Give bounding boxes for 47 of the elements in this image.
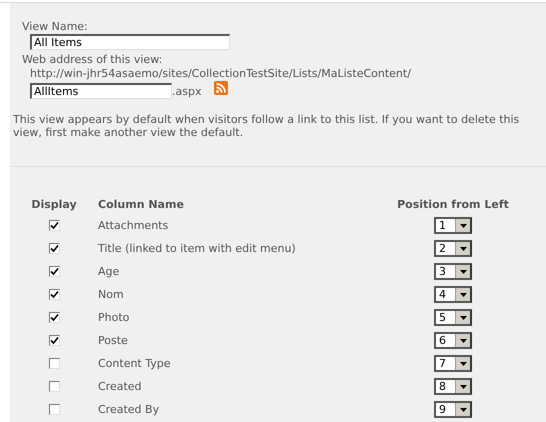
column-header: Column Name <box>98 198 185 211</box>
column-name: Title (linked to item with edit menu) <box>98 241 297 257</box>
display-checkbox[interactable] <box>48 404 60 415</box>
position-dropdown[interactable]: 2 <box>434 240 472 257</box>
column-name: Created <box>98 379 143 395</box>
caret-icon[interactable] <box>460 408 466 412</box>
caret-icon[interactable] <box>460 362 466 366</box>
column-name: Poste <box>98 333 129 349</box>
column-name: Created By <box>98 402 160 418</box>
column-name: Content Type <box>98 356 172 372</box>
display-checkbox[interactable] <box>48 266 60 277</box>
column-name: Age <box>98 264 120 280</box>
caret-icon[interactable] <box>460 384 466 388</box>
web-address-url: http://win-jhr54asaemo/sites/CollectionTestSite/Lists/MaListeContent/ <box>30 67 412 81</box>
column-header: Display <box>30 198 78 211</box>
view-name-label: View Name: <box>22 20 89 34</box>
display-checkbox[interactable] <box>48 312 60 323</box>
page-name-field[interactable]: AllItems <box>30 83 172 99</box>
position-dropdown[interactable]: 8 <box>434 378 472 395</box>
position-dropdown[interactable]: 9 <box>434 401 472 418</box>
position-dropdown[interactable]: 3 <box>434 263 472 280</box>
column-name: Photo <box>98 310 130 326</box>
column-header: Position from Left <box>396 198 510 211</box>
display-checkbox[interactable] <box>48 289 60 300</box>
caret-icon[interactable] <box>460 246 466 250</box>
display-checkbox[interactable] <box>48 358 60 369</box>
display-checkbox[interactable] <box>48 243 60 254</box>
rss-icon[interactable] <box>214 81 228 95</box>
display-checkbox[interactable] <box>48 220 60 231</box>
view-name-field[interactable]: All Items <box>30 34 230 50</box>
caret-icon[interactable] <box>460 270 466 274</box>
column-name: Nom <box>98 287 125 303</box>
display-checkbox[interactable] <box>48 335 60 346</box>
position-dropdown[interactable]: 7 <box>434 355 472 372</box>
position-dropdown[interactable]: 4 <box>434 286 472 303</box>
caret-icon[interactable] <box>460 292 466 296</box>
position-dropdown[interactable]: 6 <box>434 332 472 349</box>
caret-icon[interactable] <box>460 338 466 342</box>
position-dropdown[interactable]: 5 <box>434 309 472 326</box>
web-address-label: Web address of this view: <box>22 53 164 67</box>
extension-label: .aspx <box>172 84 202 98</box>
column-name: Attachments <box>98 218 170 234</box>
display-checkbox[interactable] <box>48 381 60 392</box>
description-text: This view appears by default when visitors follow a link to this list. If you want to delete this view, first make another view the default. <box>13 113 520 139</box>
caret-icon[interactable] <box>460 224 466 228</box>
position-dropdown[interactable]: 1 <box>434 217 472 234</box>
caret-icon[interactable] <box>460 316 466 320</box>
